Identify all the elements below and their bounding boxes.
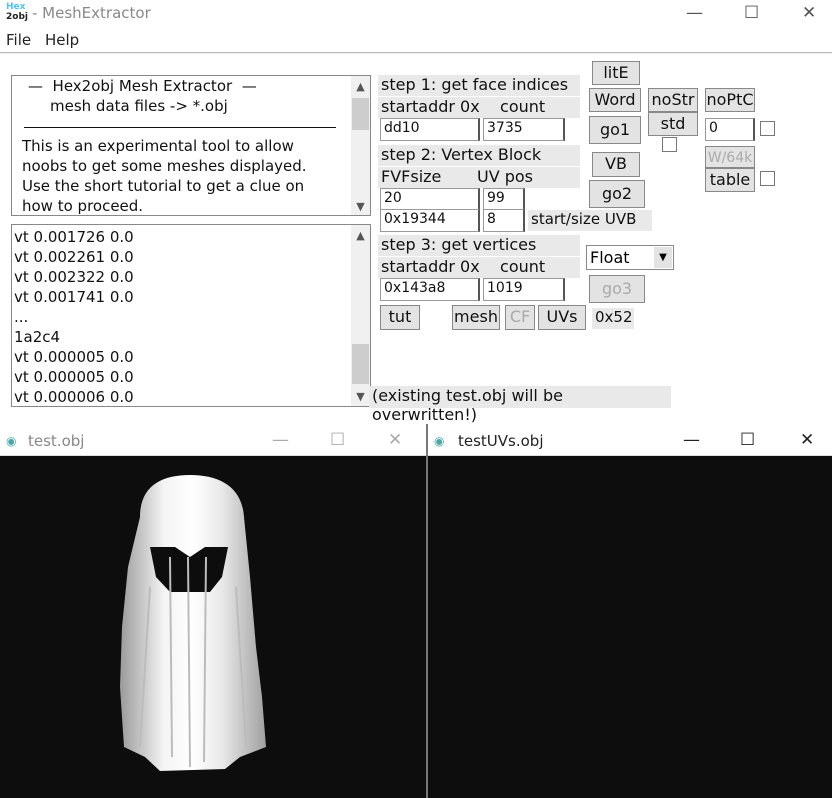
scroll-thumb[interactable]: [352, 98, 369, 130]
log-line: 1a2c4: [14, 328, 61, 346]
uv-render[interactable]: [428, 457, 832, 798]
info-line: This is an experimental tool to allow: [22, 137, 294, 155]
viewer2-minimize-button[interactable]: —: [683, 430, 700, 450]
info-line: mesh data files -> *.obj: [50, 97, 228, 115]
fvf-size-input[interactable]: 20: [380, 188, 480, 211]
mesh-render[interactable]: [0, 457, 426, 798]
info-line: — Hex2obj Mesh Extractor —: [28, 77, 257, 95]
log-line: ...: [14, 308, 29, 326]
viewer-eye-icon: ◉: [6, 434, 17, 448]
step2-label: step 2: Vertex Block: [378, 145, 580, 166]
format-value: Float: [590, 248, 630, 267]
log-line: vt 0.000005 0.0: [14, 368, 134, 386]
viewer1-maximize-button[interactable]: ☐: [330, 430, 345, 450]
word-button[interactable]: Word: [589, 88, 641, 112]
scroll-up-icon[interactable]: ▲: [352, 80, 369, 93]
viewer-eye-icon: ◉: [434, 434, 445, 448]
step3-label: step 3: get vertices: [378, 235, 580, 256]
uvb-start-input[interactable]: 0x19344: [380, 209, 480, 232]
mesh-button[interactable]: mesh: [452, 305, 500, 330]
log-line: vt 0.002322 0.0: [14, 268, 134, 286]
app-logo: Hex 2obj: [6, 2, 28, 22]
dropdown-arrow-icon[interactable]: ▼: [654, 247, 672, 268]
maximize-button[interactable]: ☐: [744, 3, 759, 23]
vb-button[interactable]: VB: [592, 152, 640, 177]
uv-pos-input[interactable]: 99: [483, 188, 525, 211]
uvb-size-input[interactable]: 8: [483, 209, 525, 232]
viewer2-maximize-button[interactable]: ☐: [740, 430, 755, 450]
log-line: vt 0.000005 0.0: [14, 348, 134, 366]
scroll-up-icon[interactable]: ▲: [352, 229, 369, 242]
ptc-checkbox[interactable]: [760, 121, 775, 136]
scroll-down-icon[interactable]: ▼: [352, 390, 369, 403]
info-divider: [24, 127, 336, 128]
lite-button[interactable]: litE: [592, 61, 640, 85]
scroll-down-icon[interactable]: ▼: [352, 200, 369, 213]
info-scrollbar[interactable]: [351, 76, 370, 215]
window-title: - MeshExtractor: [32, 4, 151, 22]
std-checkbox[interactable]: [662, 137, 677, 152]
minimize-button[interactable]: —: [686, 3, 703, 23]
go1-button[interactable]: go1: [589, 116, 641, 144]
log-line: vt 0.001726 0.0: [14, 228, 134, 246]
ptc-input[interactable]: 0: [705, 118, 755, 141]
w64k-button[interactable]: W/64k: [705, 146, 755, 168]
uvs-button[interactable]: UVs: [538, 305, 586, 330]
step3-startaddr-input[interactable]: 0x143a8: [380, 278, 480, 301]
step1-count-input[interactable]: 3735: [483, 118, 565, 141]
std-button[interactable]: std: [648, 112, 698, 136]
table-button[interactable]: table: [705, 168, 755, 192]
log-line: vt 0.002261 0.0: [14, 248, 134, 266]
step1-startaddr-input[interactable]: dd10: [380, 118, 480, 141]
hex-value-label: 0x52: [592, 308, 634, 329]
viewer2-title: testUVs.obj: [458, 432, 544, 450]
menu-bar: [0, 28, 832, 53]
info-line: noobs to get some meshes displayed.: [22, 157, 307, 175]
viewer1-close-button[interactable]: ✕: [388, 430, 402, 450]
menu-file[interactable]: File: [6, 31, 31, 49]
go2-button[interactable]: go2: [589, 180, 645, 208]
step1-sublabel: startaddr 0x count: [378, 97, 580, 118]
nostr-button[interactable]: noStr: [648, 88, 698, 112]
log-line: vt 0.001741 0.0: [14, 288, 134, 306]
uvb-label: start/size UVB: [528, 210, 652, 231]
viewer1-title: test.obj: [28, 432, 85, 450]
overwrite-warning: (existing test.obj will be overwritten!): [369, 386, 671, 424]
step3-count-input[interactable]: 1019: [483, 278, 565, 301]
step3-sublabel: startaddr 0x count: [378, 257, 580, 278]
menu-help[interactable]: Help: [45, 31, 79, 49]
info-line: Use the short tutorial to get a clue on: [22, 177, 305, 195]
scroll-thumb[interactable]: [352, 344, 369, 384]
viewer1-minimize-button[interactable]: —: [272, 430, 289, 450]
step1-label: step 1: get face indices: [378, 75, 580, 96]
go3-button[interactable]: go3: [589, 275, 645, 303]
noptc-button[interactable]: noPtC: [705, 88, 755, 112]
cf-button[interactable]: CF: [505, 305, 535, 330]
viewer2-close-button[interactable]: ✕: [800, 430, 814, 450]
tut-button[interactable]: tut: [380, 305, 420, 330]
close-button[interactable]: ✕: [802, 3, 816, 23]
table-checkbox[interactable]: [760, 171, 775, 186]
info-line: how to proceed.: [22, 197, 144, 215]
log-line: vt 0.000006 0.0: [14, 388, 134, 406]
step2-sublabel: FVFsize UV pos: [378, 167, 580, 188]
